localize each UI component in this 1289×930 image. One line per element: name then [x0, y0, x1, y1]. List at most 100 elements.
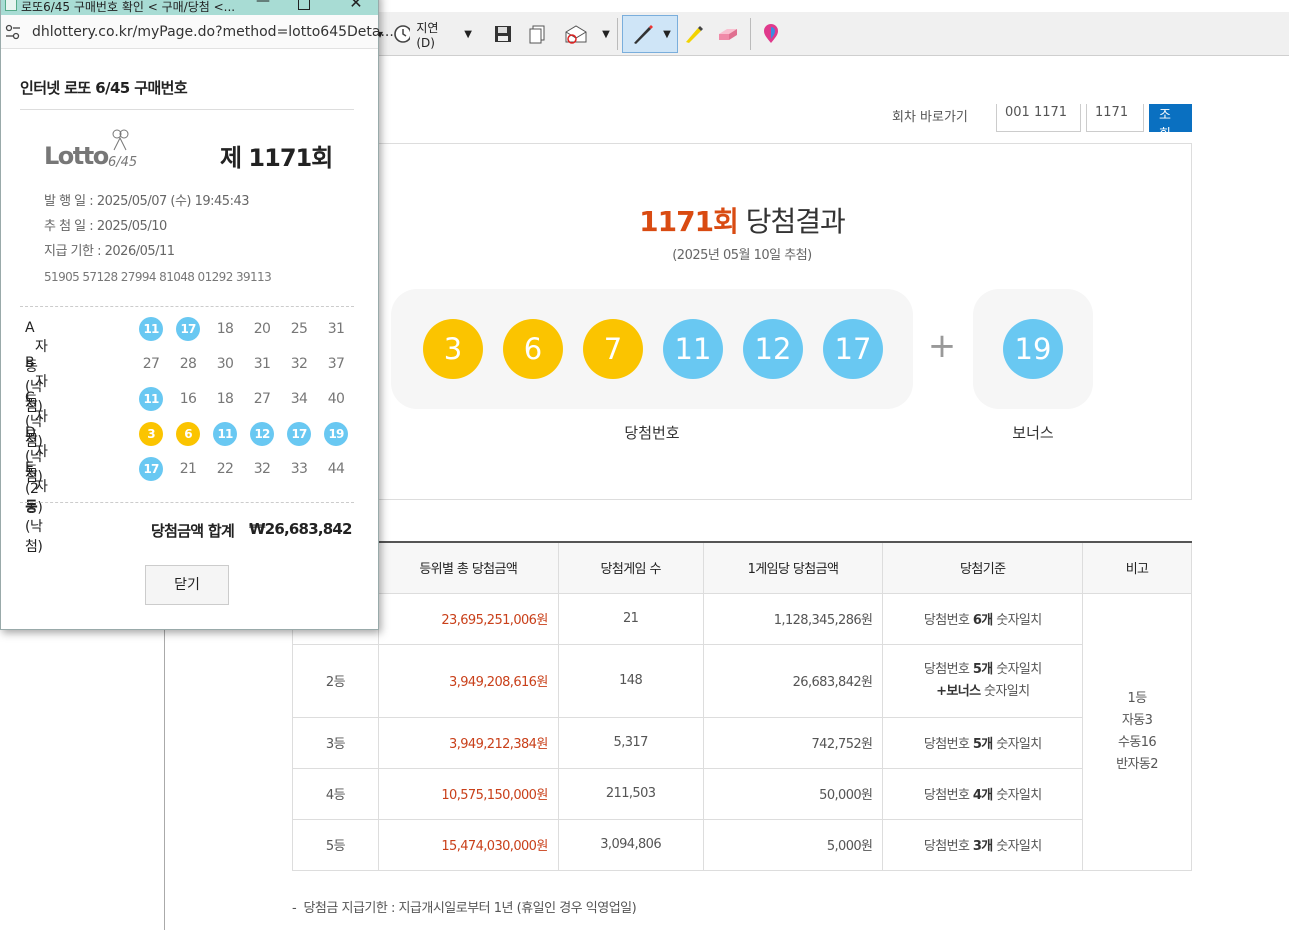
- save-icon[interactable]: [490, 20, 516, 48]
- picked-number: 44: [327, 461, 345, 477]
- popup-window-title: 로또6/45 구매번호 확인 < 구매/당첨 <...: [21, 0, 236, 14]
- round-text: 당첨결과: [745, 205, 846, 238]
- close-button[interactable]: 닫기: [145, 565, 229, 605]
- per-game-prize-cell: 26,683,842원: [702, 643, 884, 718]
- criteria-cell: 당첨번호 4개 숫자일치: [882, 767, 1084, 820]
- bullet-dash: -: [292, 901, 304, 916]
- chevron-down-icon: ▼: [663, 28, 671, 40]
- column-header: 1게임당 당첨금액: [702, 541, 884, 594]
- round-filter: 회차 바로가기 001 1171 1171 조회: [892, 104, 1192, 132]
- plus-icon: +: [927, 326, 957, 366]
- logo-sub: 6/45: [108, 155, 138, 170]
- total-prize-cell: 15,474,030,000원: [377, 818, 559, 871]
- picked-number: 31: [327, 321, 345, 337]
- picked-number: 28: [179, 356, 197, 372]
- game-letter: A: [25, 320, 35, 336]
- page-icon: [5, 0, 17, 11]
- payment-deadline: 지급 기한 : 2026/05/11: [44, 244, 175, 259]
- winner-count-cell: 211,503: [557, 767, 704, 820]
- picked-number: 32: [290, 356, 308, 372]
- mail-icon[interactable]: [560, 20, 592, 48]
- close-window-icon[interactable]: ✕: [344, 0, 368, 12]
- winner-count-cell: 21: [557, 592, 704, 645]
- table-row: 3등 3,949,212,384원 5,317 742,752원 당첨번호 5개…: [292, 716, 1192, 769]
- picked-number: 22: [216, 461, 234, 477]
- prize-table: 순위 등위별 총 당첨금액 당첨게임 수 1게임당 당첨금액 당첨기준 비고 1…: [292, 541, 1192, 871]
- picked-number: 21: [179, 461, 197, 477]
- site-settings-icon[interactable]: [5, 24, 21, 40]
- eraser-icon[interactable]: [714, 20, 742, 48]
- picked-number: 40: [327, 391, 345, 407]
- total-prize-cell: 10,575,150,000원: [377, 767, 559, 820]
- picked-number: 18: [216, 321, 234, 337]
- game-letter: E: [25, 460, 34, 476]
- game-letter: C: [25, 390, 35, 406]
- draw-date: (2025년 05월 10일 추첨): [672, 248, 812, 263]
- column-header: 당첨게임 수: [557, 541, 704, 594]
- winner-count-cell: 5,317: [557, 716, 704, 769]
- matched-number-ball: 17: [139, 457, 163, 481]
- matched-number-ball: 3: [139, 422, 163, 446]
- minimize-icon[interactable]: —: [251, 0, 275, 9]
- clock-icon: [394, 25, 411, 43]
- draw-date: 추 첨 일 : 2025/05/10: [44, 219, 167, 234]
- winning-ball: 3: [423, 319, 483, 379]
- picked-number: 33: [290, 461, 308, 477]
- winning-ball: 11: [663, 319, 723, 379]
- search-button[interactable]: 조회: [1149, 104, 1192, 132]
- criteria-cell: 당첨번호 3개 숫자일치: [882, 818, 1084, 871]
- game-letter: B: [25, 355, 35, 371]
- note-text: 당첨금 지급기한 : 지급개시일로부터 1년 (휴일인 경우 익영업일): [303, 901, 637, 916]
- table-header-row: 순위 등위별 총 당첨금액 당첨게임 수 1게임당 당첨금액 당첨기준 비고: [292, 541, 1192, 594]
- bonus-ball: 19: [1003, 319, 1063, 379]
- table-row: 2등 3,949,208,616원 148 26,683,842원 당첨번호 5…: [292, 643, 1192, 718]
- bonus-label: 보너스: [1012, 424, 1054, 442]
- winning-ball: 6: [503, 319, 563, 379]
- logo-text: Lotto: [44, 142, 109, 170]
- popup-url[interactable]: dhlottery.co.kr/myPage.do?method=lotto64…: [32, 24, 394, 40]
- picked-number: 34: [290, 391, 308, 407]
- matched-number-ball: 19: [324, 422, 348, 446]
- divider: [20, 306, 354, 307]
- criteria-cell: 당첨번호 5개 숫자일치 +보너스 숫자일치: [882, 643, 1084, 718]
- highlighter-icon[interactable]: [680, 20, 706, 48]
- matched-number-ball: 6: [176, 422, 200, 446]
- win-result-box: 1171회 당첨결과 (2025년 05월 10일 추첨) 3 6 7 11 1…: [292, 143, 1192, 500]
- result-title: 1171회 당첨결과: [293, 200, 1191, 240]
- per-game-prize-cell: 742,752원: [702, 716, 884, 769]
- table-row: 5등 15,474,030,000원 3,094,806 5,000원 당첨번호…: [292, 818, 1192, 871]
- pen-tool-button[interactable]: ▼: [622, 15, 678, 53]
- rank-cell: 2등: [292, 643, 379, 718]
- game-row-label: E 자동 (낙첨): [25, 460, 48, 556]
- popup-title-bar: 로또6/45 구매번호 확인 < 구매/당첨 <... — ✕: [1, 0, 378, 15]
- chevron-down-icon: ▼: [464, 28, 472, 40]
- picked-number: 16: [179, 391, 197, 407]
- matched-number-ball: 17: [287, 422, 311, 446]
- picked-number: 27: [142, 356, 160, 372]
- per-game-prize-cell: 50,000원: [702, 767, 884, 820]
- rank-cell: 3등: [292, 716, 379, 769]
- maximize-icon[interactable]: [298, 0, 310, 10]
- matched-number-ball: 12: [250, 422, 274, 446]
- picked-number: 37: [327, 356, 345, 372]
- chevron-down-icon[interactable]: ▼: [598, 20, 614, 48]
- clover-icon: [112, 129, 129, 151]
- rank-cell: 5등: [292, 818, 379, 871]
- criteria-cell: 당첨번호 5개 숫자일치: [882, 716, 1084, 769]
- round-to-select[interactable]: 1171: [1086, 104, 1144, 132]
- copy-icon[interactable]: [524, 20, 550, 48]
- picked-number: 30: [216, 356, 234, 372]
- picked-number: 31: [253, 356, 271, 372]
- picked-number: 25: [290, 321, 308, 337]
- delay-label: 지연(D): [416, 20, 439, 50]
- round-number: 1171회: [639, 205, 739, 238]
- per-game-prize-cell: 1,128,345,286원: [702, 592, 884, 645]
- issue-date: 발 행 일 : 2025/05/07 (수) 19:45:43: [44, 194, 250, 209]
- color-picker-icon[interactable]: [758, 20, 784, 48]
- lotto-logo: Lotto 6/45: [44, 128, 144, 173]
- round-from-select[interactable]: 001 1171: [996, 104, 1081, 132]
- delay-button[interactable]: 지연(D) ▼: [392, 20, 472, 50]
- picked-number: 27: [253, 391, 271, 407]
- matched-number-ball: 17: [176, 317, 200, 341]
- total-prize-cell: 3,949,212,384원: [377, 716, 559, 769]
